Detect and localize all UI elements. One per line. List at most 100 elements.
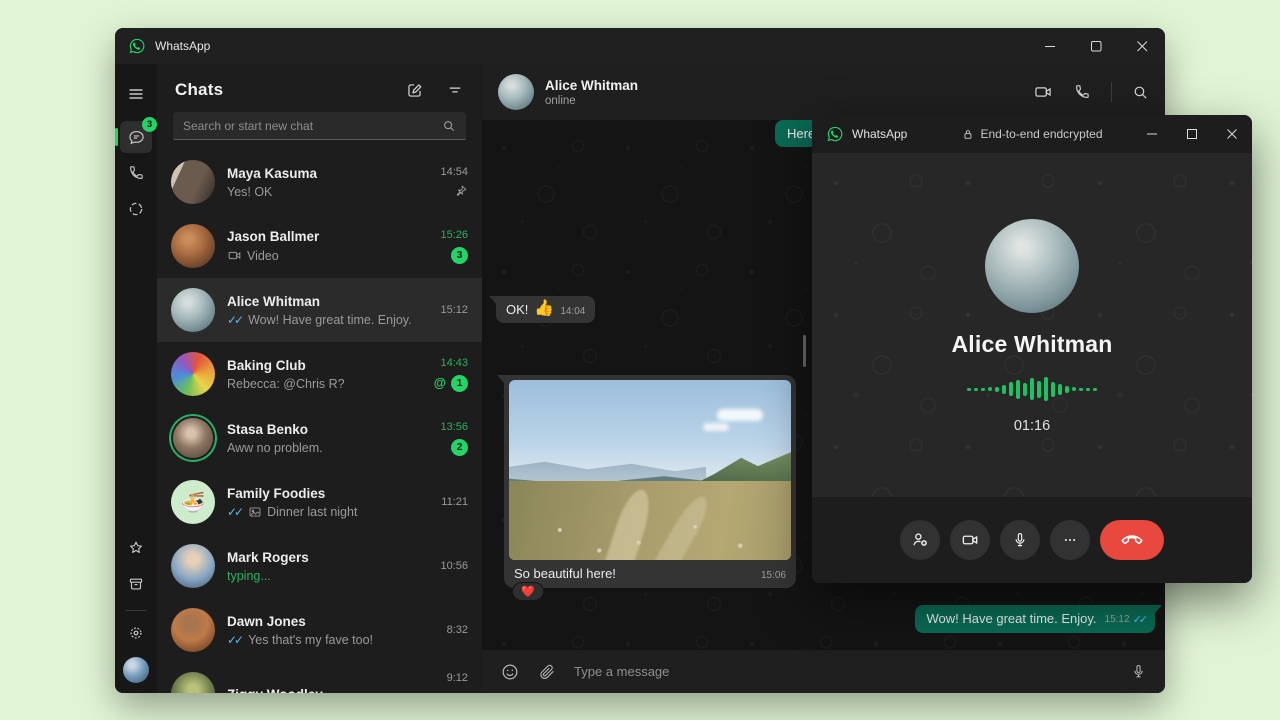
window-title: WhatsApp	[155, 39, 210, 53]
chat-list-item-ziggy[interactable]: Ziggy Woodley 9:12	[157, 662, 482, 693]
avatar	[171, 672, 215, 693]
call-titlebar[interactable]: WhatsApp End-to-end endcrypted	[812, 115, 1252, 153]
desktop-background: WhatsApp 3	[0, 0, 1280, 720]
message-input-bar	[482, 650, 1165, 693]
call-maximize-button[interactable]	[1172, 115, 1212, 153]
chat-list-item-maya[interactable]: Maya Kasuma Yes! OK 14:54	[157, 150, 482, 214]
bubble-tail	[497, 375, 505, 384]
chat-list-item-stasa[interactable]: Stasa Benko Aww no problem. 13:56 2	[157, 406, 482, 470]
message-time: 14:04	[560, 306, 585, 317]
video-message-icon	[227, 248, 242, 263]
message-input[interactable]	[574, 664, 1112, 679]
attach-button[interactable]	[538, 663, 556, 681]
call-mute-button[interactable]	[1000, 520, 1040, 560]
nav-settings-button[interactable]	[120, 617, 152, 649]
chat-preview: Dinner last night	[267, 505, 357, 519]
chat-list-item-mark[interactable]: Mark Rogers typing... 10:56	[157, 534, 482, 598]
lock-icon	[961, 128, 974, 141]
chat-name: Alice Whitman	[227, 294, 416, 309]
chat-time: 9:12	[447, 672, 468, 684]
chat-preview: Aww no problem.	[227, 441, 323, 455]
bubble-tail	[1154, 605, 1162, 614]
outgoing-message-wow[interactable]: Wow! Have great time. Enjoy. 15:12 ✓✓	[915, 605, 1156, 633]
incoming-photo-message[interactable]: So beautiful here! 15:06	[504, 375, 796, 588]
nav-chats-button[interactable]: 3	[120, 121, 152, 153]
archive-icon	[127, 575, 145, 593]
call-body: Alice Whitman 01:16	[812, 153, 1252, 497]
chats-unread-badge: 3	[142, 117, 157, 132]
chat-time: 14:43	[440, 357, 468, 369]
filter-chats-button[interactable]	[446, 81, 464, 100]
call-minimize-button[interactable]	[1132, 115, 1172, 153]
nav-status-button[interactable]	[120, 193, 152, 225]
avatar	[171, 544, 215, 588]
unread-badge: 1	[451, 375, 468, 392]
close-button[interactable]	[1119, 28, 1165, 64]
call-video-button[interactable]	[950, 520, 990, 560]
new-chat-button[interactable]	[405, 81, 424, 100]
chat-time: 10:56	[440, 560, 468, 572]
profile-avatar[interactable]	[123, 657, 149, 683]
photo-message-icon	[248, 505, 262, 519]
scrollbar-thumb[interactable]	[803, 335, 806, 367]
nav-rail: 3	[115, 64, 157, 693]
main-titlebar[interactable]: WhatsApp	[115, 28, 1165, 64]
message-time: 15:06	[761, 570, 786, 581]
avatar-with-status-ring	[173, 418, 213, 458]
header-divider	[1111, 82, 1112, 102]
voice-call-button[interactable]	[1073, 83, 1091, 101]
nav-archived-button[interactable]	[120, 568, 152, 600]
presence-status: online	[545, 95, 638, 107]
photo-caption: So beautiful here!	[514, 566, 616, 581]
avatar	[171, 224, 215, 268]
chat-time: 14:54	[440, 166, 468, 178]
thumbs-up-emoji: 👍	[534, 301, 554, 317]
chat-preview: Yes that's my fave too!	[248, 633, 373, 647]
voice-waveform	[967, 376, 1097, 402]
photo-mountain-landscape[interactable]	[509, 380, 791, 560]
video-call-button[interactable]	[1033, 82, 1053, 102]
chat-list-item-alice[interactable]: Alice Whitman ✓✓Wow! Have great time. En…	[157, 278, 482, 342]
chat-list-item-baking-club[interactable]: Baking Club Rebecca: @Chris R? 14:43 @ 1	[157, 342, 482, 406]
emoji-button[interactable]	[500, 662, 520, 682]
chat-preview: Rebecca: @Chris R?	[227, 377, 345, 391]
call-more-button[interactable]	[1050, 520, 1090, 560]
end-call-button[interactable]	[1100, 520, 1164, 560]
incoming-message-ok[interactable]: OK! 👍 14:04	[496, 296, 595, 323]
call-close-button[interactable]	[1212, 115, 1252, 153]
chat-time: 8:32	[447, 624, 468, 636]
encryption-label: End-to-end endcrypted	[980, 127, 1102, 141]
chat-list-item-jason[interactable]: Jason Ballmer Video 15:26 3	[157, 214, 482, 278]
chat-name: Maya Kasuma	[227, 166, 416, 181]
hamburger-icon	[127, 85, 145, 103]
call-contact-avatar	[985, 219, 1079, 313]
minimize-button[interactable]	[1027, 28, 1073, 64]
chat-name: Ziggy Woodley	[227, 687, 416, 694]
search-box[interactable]	[173, 112, 466, 140]
nav-calls-button[interactable]	[120, 157, 152, 189]
unread-badge: 3	[451, 247, 468, 264]
nav-starred-button[interactable]	[120, 532, 152, 564]
bubble-tail	[489, 296, 497, 305]
menu-button[interactable]	[120, 78, 152, 110]
chat-name: Family Foodies	[227, 486, 416, 501]
chat-list-item-dawn[interactable]: Dawn Jones ✓✓Yes that's my fave too! 8:3…	[157, 598, 482, 662]
contact-avatar[interactable]	[498, 74, 534, 110]
status-icon	[127, 200, 145, 218]
search-input[interactable]	[183, 119, 442, 133]
message-reaction[interactable]: ❤️	[512, 582, 544, 601]
contact-name: Alice Whitman	[545, 78, 638, 93]
chat-name: Jason Ballmer	[227, 229, 416, 244]
chat-name: Mark Rogers	[227, 550, 416, 565]
chat-time: 15:26	[440, 229, 468, 241]
chat-name: Dawn Jones	[227, 614, 416, 629]
chat-list-item-family-foodies[interactable]: 🍜 Family Foodies ✓✓ Dinner last night 11…	[157, 470, 482, 534]
maximize-button[interactable]	[1073, 28, 1119, 64]
whatsapp-call-window: WhatsApp End-to-end endcrypted Alice Whi…	[812, 115, 1252, 583]
conversation-header[interactable]: Alice Whitman online	[482, 64, 1165, 120]
mic-button[interactable]	[1130, 663, 1147, 680]
call-window-title: WhatsApp	[852, 127, 907, 141]
search-conversation-button[interactable]	[1132, 84, 1149, 101]
add-participant-button[interactable]	[900, 520, 940, 560]
read-receipt-icon: ✓✓	[1133, 613, 1145, 626]
